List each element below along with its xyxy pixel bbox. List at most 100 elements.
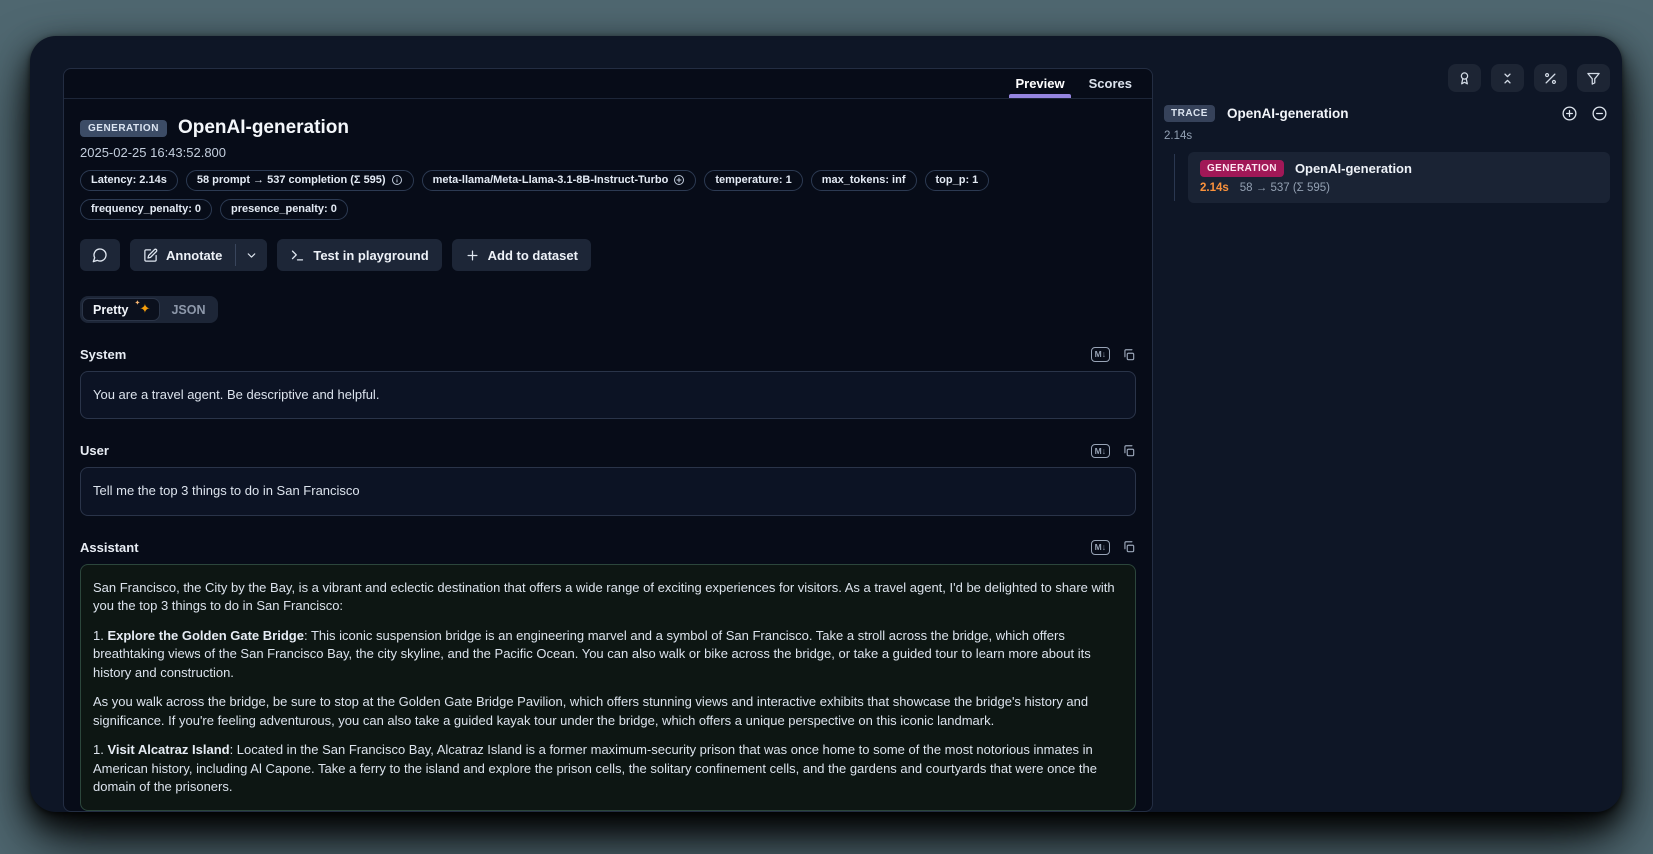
trace-type-badge: TRACE bbox=[1164, 105, 1215, 122]
markdown-toggle-icon[interactable]: M↓ bbox=[1091, 444, 1110, 458]
copy-icon[interactable] bbox=[1122, 540, 1136, 554]
filter-icon bbox=[1586, 71, 1601, 86]
format-toggle: Pretty ✦ ✦ JSON bbox=[80, 296, 218, 323]
max-tokens-badge: max_tokens: inf bbox=[811, 170, 917, 191]
app-window: Preview Scores GENERATION OpenAI-generat… bbox=[30, 36, 1622, 812]
trace-latency: 2.14s bbox=[1164, 130, 1610, 142]
annotate-button[interactable]: Annotate bbox=[130, 239, 235, 271]
copy-icon[interactable] bbox=[1122, 444, 1136, 458]
award-icon bbox=[1457, 71, 1472, 86]
frequency-penalty-badge-label: frequency_penalty: 0 bbox=[91, 203, 201, 215]
format-json-label: JSON bbox=[171, 303, 205, 317]
action-bar: Annotate Test in playground Add to datas… bbox=[80, 239, 1136, 271]
add-to-dataset-label: Add to dataset bbox=[488, 248, 578, 263]
generation-type-badge: GENERATION bbox=[80, 120, 167, 137]
observation-content: GENERATION OpenAI-generation 2025-02-25 … bbox=[64, 99, 1152, 812]
assistant-paragraph: 1. Visit Alcatraz Island: Located in the… bbox=[93, 741, 1123, 796]
model-badge-label: meta-llama/Meta-Llama-3.1-8B-Instruct-Tu… bbox=[433, 174, 669, 186]
temperature-badge: temperature: 1 bbox=[704, 170, 802, 191]
trace-header: TRACE OpenAI-generation bbox=[1164, 105, 1610, 122]
format-pretty-option[interactable]: Pretty ✦ ✦ bbox=[82, 298, 160, 321]
title-row: GENERATION OpenAI-generation bbox=[80, 117, 1136, 139]
trace-sidebar: TRACE OpenAI-generation 2.14s GENERATION… bbox=[1164, 64, 1610, 203]
tab-scores-label: Scores bbox=[1089, 76, 1132, 91]
system-role-label: System bbox=[80, 347, 126, 362]
format-pretty-label: Pretty bbox=[93, 303, 128, 317]
collapse-all-icon[interactable] bbox=[1591, 105, 1608, 122]
top-p-badge-label: top_p: 1 bbox=[936, 174, 979, 186]
top-p-badge: top_p: 1 bbox=[925, 170, 990, 191]
tab-scores[interactable]: Scores bbox=[1079, 69, 1142, 98]
annotate-label: Annotate bbox=[166, 248, 222, 263]
token-usage-badge: 58 prompt → 537 completion (Σ 595) bbox=[186, 170, 414, 191]
assistant-message-box: San Francisco, the City by the Bay, is a… bbox=[80, 564, 1136, 812]
sparkles-icon: ✦ ✦ bbox=[134, 302, 149, 317]
presence-penalty-badge: presence_penalty: 0 bbox=[220, 199, 348, 220]
presence-penalty-badge-label: presence_penalty: 0 bbox=[231, 203, 337, 215]
system-message-box: You are a travel agent. Be descriptive a… bbox=[80, 371, 1136, 419]
generation-node-title: OpenAI-generation bbox=[1295, 161, 1412, 176]
plus-circle-icon[interactable] bbox=[673, 174, 685, 186]
metadata-badges: Latency: 2.14s 58 prompt → 537 completio… bbox=[80, 170, 1015, 220]
view-tabbar: Preview Scores bbox=[64, 69, 1152, 99]
test-in-playground-button[interactable]: Test in playground bbox=[277, 239, 441, 271]
filter-button[interactable] bbox=[1577, 64, 1610, 92]
comment-icon bbox=[92, 247, 108, 263]
assistant-paragraph: 1. Explore the Golden Gate Bridge: This … bbox=[93, 627, 1123, 682]
page-title: OpenAI-generation bbox=[178, 117, 349, 139]
user-message-content: Tell me the top 3 things to do in San Fr… bbox=[93, 483, 360, 498]
user-role-label: User bbox=[80, 443, 109, 458]
assistant-paragraph: San Francisco, the City by the Bay, is a… bbox=[93, 579, 1123, 616]
max-tokens-badge-label: max_tokens: inf bbox=[822, 174, 906, 186]
generation-node-latency: 2.14s bbox=[1200, 182, 1229, 194]
edit-icon bbox=[143, 248, 158, 263]
annotate-dropdown-button[interactable] bbox=[236, 239, 267, 271]
temperature-badge-label: temperature: 1 bbox=[715, 174, 791, 186]
generation-node-badge: GENERATION bbox=[1200, 160, 1284, 177]
scores-award-button[interactable] bbox=[1448, 64, 1481, 92]
format-toggle-row: Pretty ✦ ✦ JSON bbox=[80, 296, 1136, 323]
user-message-section: User M↓ Tell me the top 3 things to do i… bbox=[80, 443, 1136, 515]
markdown-toggle-icon[interactable]: M↓ bbox=[1091, 540, 1110, 554]
sidebar-toolbar bbox=[1164, 64, 1610, 92]
tab-preview-label: Preview bbox=[1015, 76, 1064, 91]
generation-node-tokens: 58 → 537 (Σ 595) bbox=[1240, 182, 1330, 194]
tree-node-generation[interactable]: GENERATION OpenAI-generation 2.14s 58 → … bbox=[1188, 152, 1610, 203]
trace-title[interactable]: OpenAI-generation bbox=[1227, 106, 1349, 121]
format-json-option[interactable]: JSON bbox=[160, 299, 216, 321]
assistant-role-label: Assistant bbox=[80, 540, 139, 555]
user-message-box: Tell me the top 3 things to do in San Fr… bbox=[80, 467, 1136, 515]
latency-badge: Latency: 2.14s bbox=[80, 170, 178, 191]
collapse-button[interactable] bbox=[1491, 64, 1524, 92]
tree-node-line2: 2.14s 58 → 537 (Σ 595) bbox=[1200, 182, 1598, 194]
system-message-section: System M↓ You are a travel agent. Be des… bbox=[80, 347, 1136, 419]
add-to-dataset-button[interactable]: Add to dataset bbox=[452, 239, 591, 271]
sparkle-big: ✦ bbox=[140, 302, 151, 315]
plus-icon bbox=[465, 248, 480, 263]
test-in-playground-label: Test in playground bbox=[313, 248, 428, 263]
tab-preview[interactable]: Preview bbox=[1005, 69, 1074, 98]
copy-icon[interactable] bbox=[1122, 348, 1136, 362]
percent-icon bbox=[1543, 71, 1558, 86]
info-icon[interactable] bbox=[391, 174, 403, 186]
system-section-head: System M↓ bbox=[80, 347, 1136, 362]
model-badge: meta-llama/Meta-Llama-3.1-8B-Instruct-Tu… bbox=[422, 170, 697, 191]
tree-node-line1: GENERATION OpenAI-generation bbox=[1200, 160, 1598, 177]
frequency-penalty-badge: frequency_penalty: 0 bbox=[80, 199, 212, 220]
annotate-split-button: Annotate bbox=[130, 239, 267, 271]
chevron-down-icon bbox=[245, 249, 258, 262]
assistant-head-icons: M↓ bbox=[1091, 540, 1136, 554]
user-section-head: User M↓ bbox=[80, 443, 1136, 458]
metrics-percent-button[interactable] bbox=[1534, 64, 1567, 92]
latency-badge-label: Latency: 2.14s bbox=[91, 174, 167, 186]
expand-all-icon[interactable] bbox=[1561, 105, 1578, 122]
sparkle-small: ✦ bbox=[134, 300, 140, 307]
timestamp: 2025-02-25 16:43:52.800 bbox=[80, 145, 1136, 160]
comment-button[interactable] bbox=[80, 239, 120, 271]
terminal-icon bbox=[290, 248, 305, 263]
system-message-content: You are a travel agent. Be descriptive a… bbox=[93, 387, 379, 402]
fold-vertical-icon bbox=[1500, 71, 1515, 86]
assistant-section-head: Assistant M↓ bbox=[80, 540, 1136, 555]
token-usage-label: 58 prompt → 537 completion (Σ 595) bbox=[197, 174, 386, 186]
markdown-toggle-icon[interactable]: M↓ bbox=[1091, 347, 1110, 361]
